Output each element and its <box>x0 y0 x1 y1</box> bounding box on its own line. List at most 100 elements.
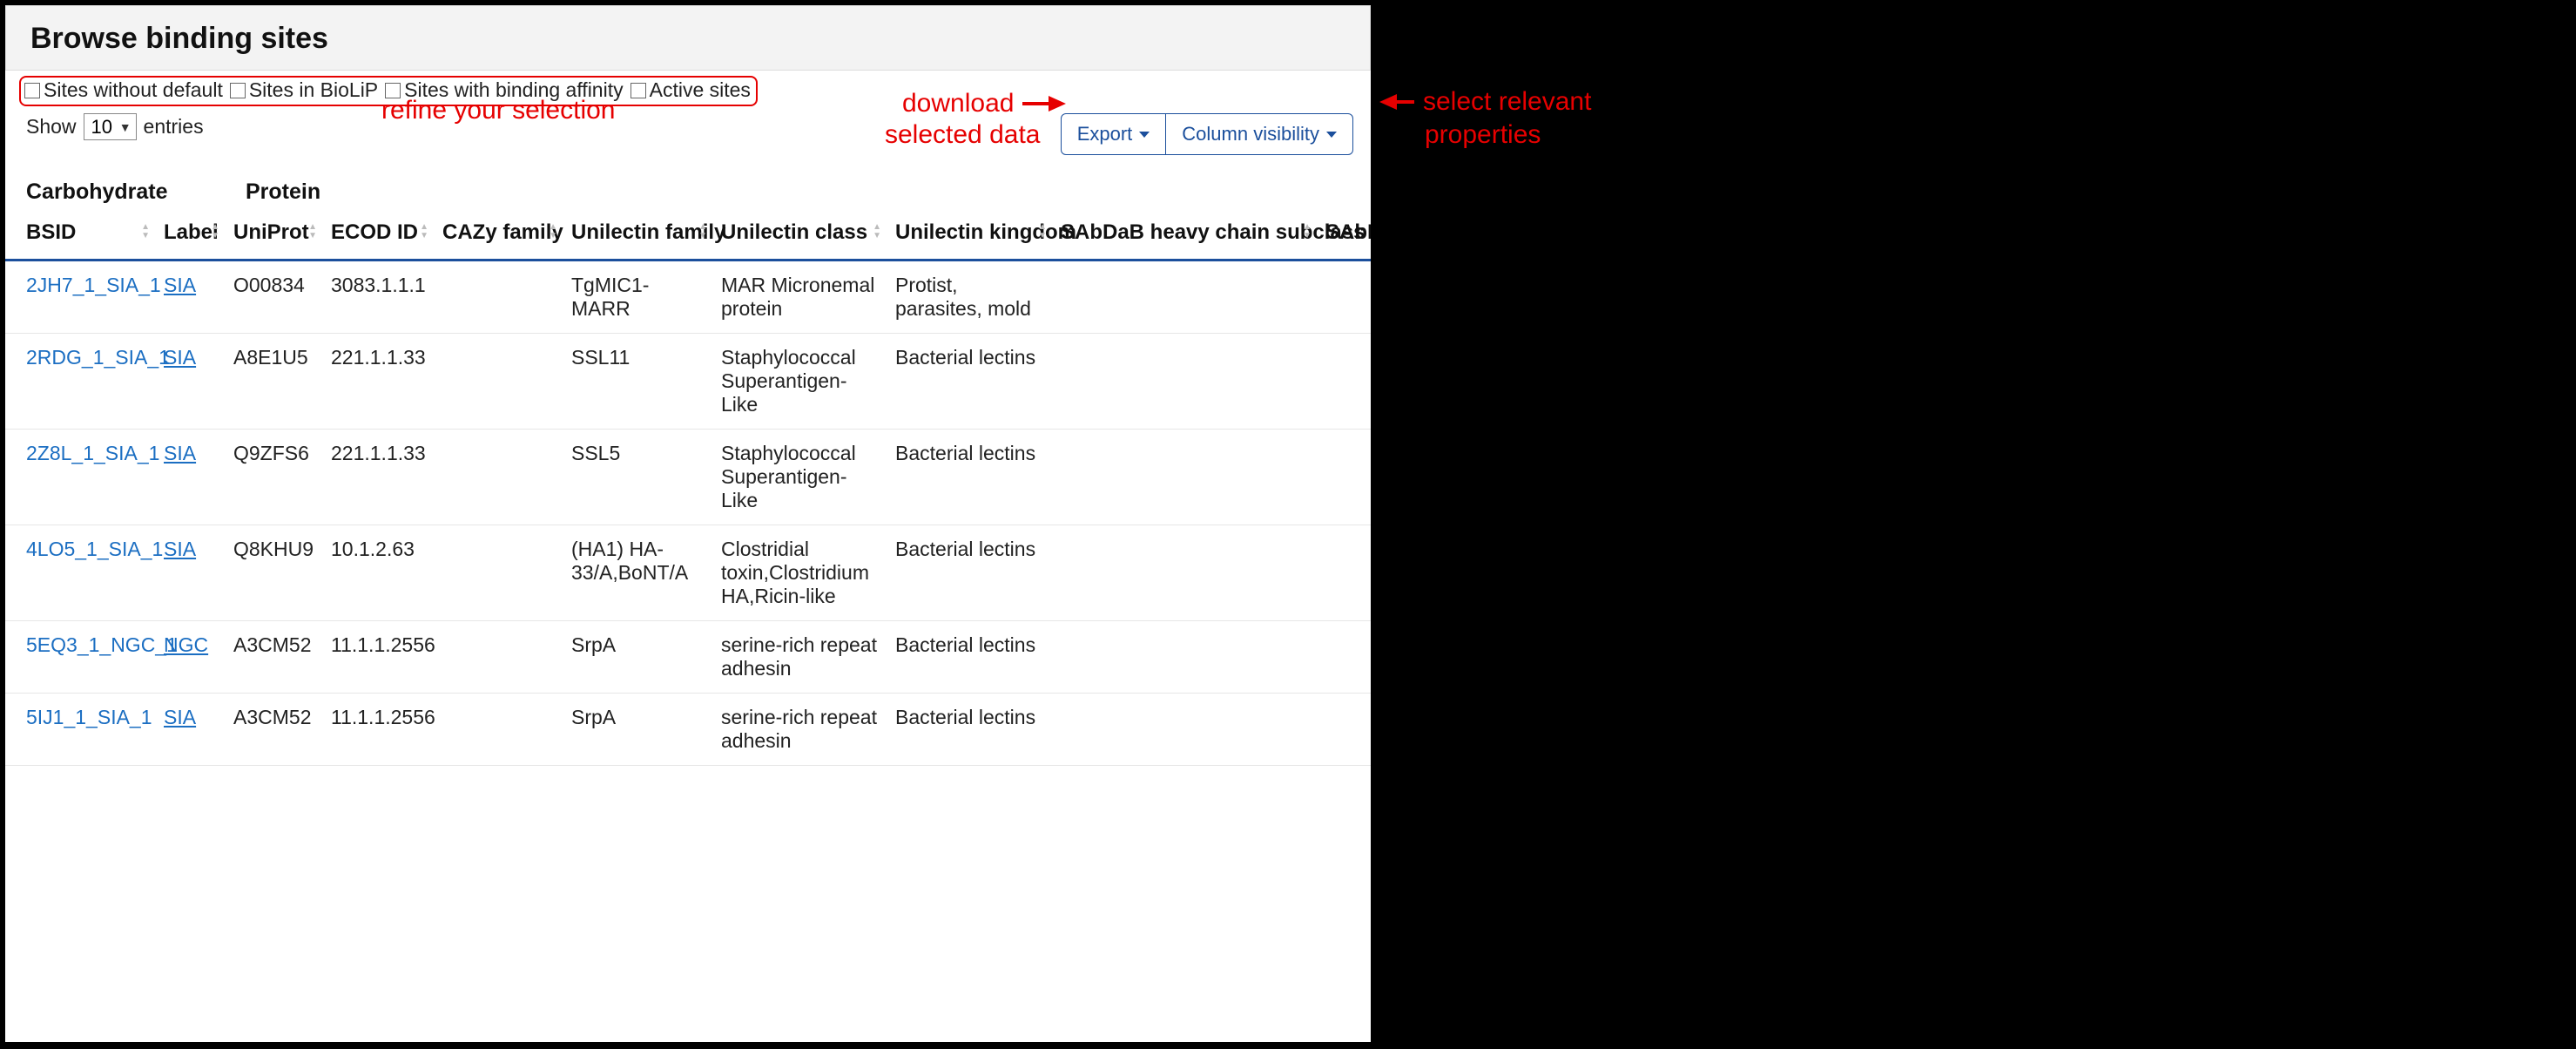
filter-label: Active sites <box>650 78 751 102</box>
bsid-link[interactable]: 5EQ3_1_NGC_1 <box>26 633 178 656</box>
cell-sabdab2 <box>1317 525 1371 621</box>
cell-ecod: 3083.1.1.1 <box>322 261 434 334</box>
cell-sabdab2 <box>1317 621 1371 694</box>
bsid-link[interactable]: 4LO5_1_SIA_1 <box>26 538 163 560</box>
show-label: Show <box>26 115 77 139</box>
cell-ecod: 11.1.1.2556 <box>322 621 434 694</box>
cell-cazy <box>434 334 563 430</box>
bsid-link[interactable]: 2RDG_1_SIA_1 <box>26 346 170 369</box>
col-label: Unilectin kingdom <box>895 220 1076 244</box>
export-button[interactable]: Export <box>1061 113 1167 155</box>
table-row: 5EQ3_1_NGC_1NGCA3CM5211.1.1.2556SrpAseri… <box>5 621 1371 694</box>
cell-cazy <box>434 525 563 621</box>
cell-sabdab <box>1052 334 1317 430</box>
controls-row: Show 10 ▼ entries Export Column visibili… <box>5 108 1371 164</box>
cell-cazy <box>434 430 563 525</box>
cell-unilectin-kingdom: Bacterial lectins <box>887 694 1052 766</box>
col-sabdab-2[interactable]: SAbD <box>1317 205 1371 261</box>
col-uniprot[interactable]: UniProt▲▼ <box>225 205 322 261</box>
col-label: BSID <box>26 220 76 244</box>
cell-bsid: 5IJ1_1_SIA_1 <box>5 694 155 766</box>
arrow-left-icon <box>1379 94 1397 110</box>
cell-unilectin-class: serine-rich repeat adhesin <box>712 694 887 766</box>
cell-uniprot: Q9ZFS6 <box>225 430 322 525</box>
checkbox-active-sites[interactable] <box>631 83 646 98</box>
col-label[interactable]: Label▲▼ <box>155 205 225 261</box>
table-body: 2JH7_1_SIA_1SIAO008343083.1.1.1TgMIC1-MA… <box>5 261 1371 766</box>
cell-uniprot: A3CM52 <box>225 621 322 694</box>
filter-label: Sites without default <box>44 78 223 102</box>
sort-icon: ▲▼ <box>1303 223 1312 240</box>
filter-sites-in-biolip[interactable]: Sites in BioLiP <box>230 78 378 102</box>
cell-bsid: 2RDG_1_SIA_1 <box>5 334 155 430</box>
label-link[interactable]: SIA <box>164 442 196 464</box>
col-unilectin-class[interactable]: Unilectin class▲▼ <box>712 205 887 261</box>
annotation-select-2: properties <box>1425 120 1541 150</box>
col-bsid[interactable]: BSID▲▼ <box>5 205 155 261</box>
col-ecod[interactable]: ECOD ID▲▼ <box>322 205 434 261</box>
checkbox-sites-without-default[interactable] <box>24 83 40 98</box>
cell-label: SIA <box>155 430 225 525</box>
filter-label: Sites in BioLiP <box>249 78 378 102</box>
page-title: Browse binding sites <box>30 22 1345 56</box>
cell-cazy <box>434 621 563 694</box>
annotation-download-2: selected data <box>885 120 1040 150</box>
label-link[interactable]: SIA <box>164 346 196 369</box>
cell-ecod: 11.1.1.2556 <box>322 694 434 766</box>
cell-unilectin-family: SrpA <box>563 694 712 766</box>
cell-bsid: 4LO5_1_SIA_1 <box>5 525 155 621</box>
label-link[interactable]: NGC <box>164 633 208 656</box>
cell-label: SIA <box>155 261 225 334</box>
col-unilectin-kingdom[interactable]: Unilectin kingdom▲▼ <box>887 205 1052 261</box>
annotation-select: select relevant <box>1379 87 1591 117</box>
cell-uniprot: Q8KHU9 <box>225 525 322 621</box>
bsid-link[interactable]: 5IJ1_1_SIA_1 <box>26 706 152 728</box>
cell-unilectin-class: Staphylococcal Superantigen-Like <box>712 334 887 430</box>
sort-icon: ▲▼ <box>211 223 219 240</box>
table-row: 2JH7_1_SIA_1SIAO008343083.1.1.1TgMIC1-MA… <box>5 261 1371 334</box>
cell-cazy <box>434 261 563 334</box>
cell-sabdab <box>1052 621 1317 694</box>
label-link[interactable]: SIA <box>164 706 196 728</box>
checkbox-sites-in-biolip[interactable] <box>230 83 246 98</box>
cell-bsid: 2JH7_1_SIA_1 <box>5 261 155 334</box>
table-row: 5IJ1_1_SIA_1 SIA A3CM5211.1.1.2556 SrpAseri… <box>5 694 1371 766</box>
col-label: Unilectin class <box>721 220 867 244</box>
col-unilectin-family[interactable]: Unilectin family▲▼ <box>563 205 712 261</box>
cell-unilectin-family: SSL5 <box>563 430 712 525</box>
sort-icon: ▲▼ <box>549 223 557 240</box>
cell-sabdab2 <box>1317 430 1371 525</box>
cell-sabdab <box>1052 430 1317 525</box>
cell-uniprot: A3CM52 <box>225 694 322 766</box>
filter-sites-without-default[interactable]: Sites without default <box>24 78 223 102</box>
cell-uniprot: A8E1U5 <box>225 334 322 430</box>
annotation-refine: refine your selection <box>381 96 615 125</box>
annotation-text: download <box>902 89 1014 118</box>
cell-unilectin-kingdom: Bacterial lectins <box>887 621 1052 694</box>
cell-label: NGC <box>155 621 225 694</box>
cell-unilectin-family: TgMIC1-MARR <box>563 261 712 334</box>
col-sabdab-heavy[interactable]: SAbDaB heavy chain subclass▲▼ <box>1052 205 1317 261</box>
button-group: Export Column visibility <box>1061 113 1353 155</box>
cell-uniprot: O00834 <box>225 261 322 334</box>
label-link[interactable]: SIA <box>164 274 196 296</box>
arrow-line <box>1022 102 1049 105</box>
bsid-link[interactable]: 2JH7_1_SIA_1 <box>26 274 161 296</box>
caret-down-icon <box>1139 132 1150 138</box>
sort-icon: ▲▼ <box>308 223 317 240</box>
length-select[interactable]: 10 <box>84 113 137 140</box>
col-label: ECOD ID <box>331 220 418 244</box>
annotation-text: select relevant <box>1423 87 1591 117</box>
column-visibility-button[interactable]: Column visibility <box>1166 113 1353 155</box>
col-cazy[interactable]: CAZy family▲▼ <box>434 205 563 261</box>
table-row: 4LO5_1_SIA_1SIAQ8KHU910.1.2.63(HA1) HA-3… <box>5 525 1371 621</box>
annotation-download: download <box>902 89 1066 118</box>
table-header-row: BSID▲▼ Label▲▼ UniProt▲▼ ECOD ID▲▼ CAZy … <box>5 205 1371 261</box>
table-row: 2Z8L_1_SIA_1SIAQ9ZFS6221.1.1.33SSL5Staph… <box>5 430 1371 525</box>
cell-sabdab <box>1052 525 1317 621</box>
bsid-link[interactable]: 2Z8L_1_SIA_1 <box>26 442 159 464</box>
label-link[interactable]: SIA <box>164 538 196 560</box>
cell-unilectin-family: SrpA <box>563 621 712 694</box>
sort-icon: ▲▼ <box>1038 223 1047 240</box>
filter-active-sites[interactable]: Active sites <box>631 78 751 102</box>
